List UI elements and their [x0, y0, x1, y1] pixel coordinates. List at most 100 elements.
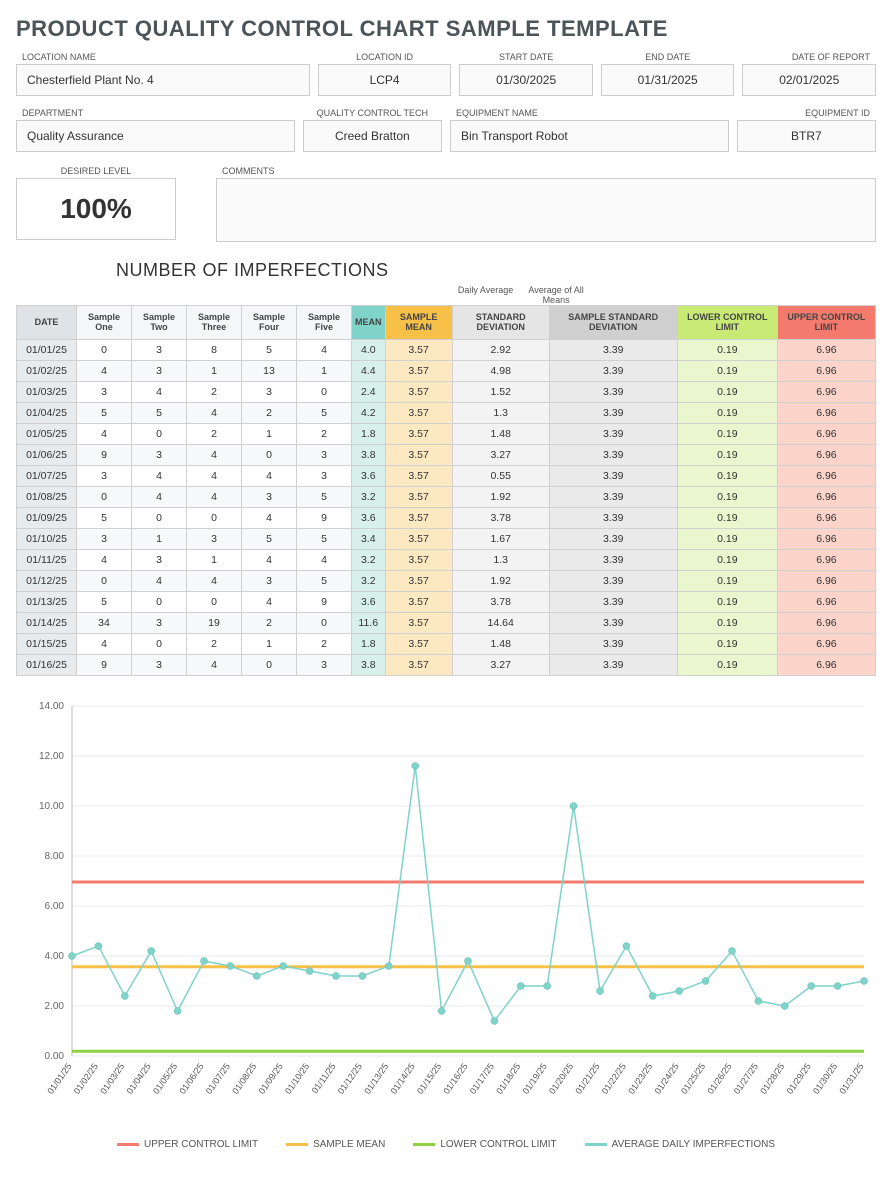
end-date-label: END DATE — [601, 50, 735, 64]
cell-s4: 3 — [242, 570, 297, 591]
svg-text:01/07/25: 01/07/25 — [204, 1061, 232, 1095]
cell-s5: 4 — [297, 549, 352, 570]
cell-smean: 3.57 — [385, 402, 452, 423]
cell-sstd: 3.39 — [549, 507, 677, 528]
cell-sstd: 3.39 — [549, 654, 677, 675]
table-row: 01/05/25402121.83.571.483.390.196.96 — [17, 423, 876, 444]
cell-std: 3.27 — [452, 654, 549, 675]
cell-s4: 4 — [242, 465, 297, 486]
cell-s4: 4 — [242, 591, 297, 612]
location-id-value[interactable]: LCP4 — [318, 64, 452, 96]
cell-mean: 2.4 — [352, 381, 386, 402]
col-s2: Sample Two — [132, 306, 187, 340]
location-name-label: LOCATION NAME — [16, 50, 310, 64]
cell-ucl: 6.96 — [777, 507, 875, 528]
equip-id-value[interactable]: BTR7 — [737, 120, 876, 152]
cell-date: 01/10/25 — [17, 528, 77, 549]
col-lcl: LOWER CONTROL LIMIT — [677, 306, 777, 340]
cell-lcl: 0.19 — [677, 486, 777, 507]
col-smean: SAMPLE MEAN — [385, 306, 452, 340]
cell-s2: 3 — [132, 339, 187, 360]
table-row: 01/06/25934033.83.573.273.390.196.96 — [17, 444, 876, 465]
cell-smean: 3.57 — [385, 465, 452, 486]
cell-s1: 4 — [77, 549, 132, 570]
cell-sstd: 3.39 — [549, 612, 677, 633]
cell-ucl: 6.96 — [777, 549, 875, 570]
svg-text:01/28/25: 01/28/25 — [758, 1061, 786, 1095]
table-row: 01/14/25343192011.63.5714.643.390.196.96 — [17, 612, 876, 633]
svg-text:01/10/25: 01/10/25 — [283, 1061, 311, 1095]
equip-name-value[interactable]: Bin Transport Robot — [450, 120, 729, 152]
cell-smean: 3.57 — [385, 570, 452, 591]
svg-text:01/02/25: 01/02/25 — [72, 1061, 100, 1095]
svg-text:01/26/25: 01/26/25 — [705, 1061, 733, 1095]
cell-smean: 3.57 — [385, 654, 452, 675]
cell-s2: 0 — [132, 633, 187, 654]
legend-item: SAMPLE MEAN — [286, 1139, 385, 1150]
svg-text:01/16/25: 01/16/25 — [441, 1061, 469, 1095]
cell-std: 14.64 — [452, 612, 549, 633]
cell-s3: 4 — [187, 444, 242, 465]
cell-s5: 9 — [297, 591, 352, 612]
cell-s3: 4 — [187, 486, 242, 507]
supheader-all: Average of All Means — [521, 285, 592, 305]
cell-std: 1.92 — [452, 570, 549, 591]
cell-s2: 3 — [132, 612, 187, 633]
table-row: 01/11/25431443.23.571.33.390.196.96 — [17, 549, 876, 570]
qc-tech-label: QUALITY CONTROL TECH — [303, 106, 442, 120]
cell-smean: 3.57 — [385, 528, 452, 549]
svg-text:01/24/25: 01/24/25 — [653, 1061, 681, 1095]
cell-std: 2.92 — [452, 339, 549, 360]
cell-s1: 34 — [77, 612, 132, 633]
fields-row-2: DEPARTMENTQuality Assurance QUALITY CONT… — [16, 106, 876, 152]
cell-smean: 3.57 — [385, 612, 452, 633]
svg-text:01/27/25: 01/27/25 — [732, 1061, 760, 1095]
col-ucl: UPPER CONTROL LIMIT — [777, 306, 875, 340]
cell-lcl: 0.19 — [677, 507, 777, 528]
cell-s5: 0 — [297, 381, 352, 402]
cell-s2: 0 — [132, 507, 187, 528]
svg-text:4.00: 4.00 — [45, 951, 65, 962]
cell-std: 1.3 — [452, 549, 549, 570]
cell-s5: 5 — [297, 486, 352, 507]
end-date-value[interactable]: 01/31/2025 — [601, 64, 735, 96]
comments-value[interactable] — [216, 178, 876, 242]
cell-s5: 2 — [297, 423, 352, 444]
cell-s3: 1 — [187, 549, 242, 570]
cell-std: 1.48 — [452, 423, 549, 444]
cell-mean: 1.8 — [352, 633, 386, 654]
cell-ucl: 6.96 — [777, 381, 875, 402]
desired-level-value[interactable]: 100% — [16, 178, 176, 240]
cell-date: 01/08/25 — [17, 486, 77, 507]
cell-s2: 3 — [132, 654, 187, 675]
table-title: NUMBER OF IMPERFECTIONS — [16, 260, 876, 281]
cell-s3: 4 — [187, 465, 242, 486]
cell-s5: 5 — [297, 402, 352, 423]
cell-ucl: 6.96 — [777, 465, 875, 486]
cell-std: 4.98 — [452, 360, 549, 381]
cell-s2: 5 — [132, 402, 187, 423]
col-sstd: SAMPLE STANDARD DEVIATION — [549, 306, 677, 340]
start-date-value[interactable]: 01/30/2025 — [459, 64, 593, 96]
cell-date: 01/13/25 — [17, 591, 77, 612]
department-value[interactable]: Quality Assurance — [16, 120, 295, 152]
table-row: 01/07/25344433.63.570.553.390.196.96 — [17, 465, 876, 486]
report-date-value[interactable]: 02/01/2025 — [742, 64, 876, 96]
cell-smean: 3.57 — [385, 381, 452, 402]
cell-sstd: 3.39 — [549, 360, 677, 381]
cell-date: 01/07/25 — [17, 465, 77, 486]
cell-sstd: 3.39 — [549, 549, 677, 570]
cell-smean: 3.57 — [385, 339, 452, 360]
cell-s2: 4 — [132, 570, 187, 591]
col-s3: Sample Three — [187, 306, 242, 340]
cell-s3: 4 — [187, 570, 242, 591]
cell-s1: 4 — [77, 423, 132, 444]
cell-date: 01/04/25 — [17, 402, 77, 423]
cell-std: 1.3 — [452, 402, 549, 423]
qc-tech-value[interactable]: Creed Bratton — [303, 120, 442, 152]
location-name-value[interactable]: Chesterfield Plant No. 4 — [16, 64, 310, 96]
table-row: 01/16/25934033.83.573.273.390.196.96 — [17, 654, 876, 675]
cell-std: 3.78 — [452, 507, 549, 528]
cell-s5: 3 — [297, 654, 352, 675]
cell-s4: 13 — [242, 360, 297, 381]
